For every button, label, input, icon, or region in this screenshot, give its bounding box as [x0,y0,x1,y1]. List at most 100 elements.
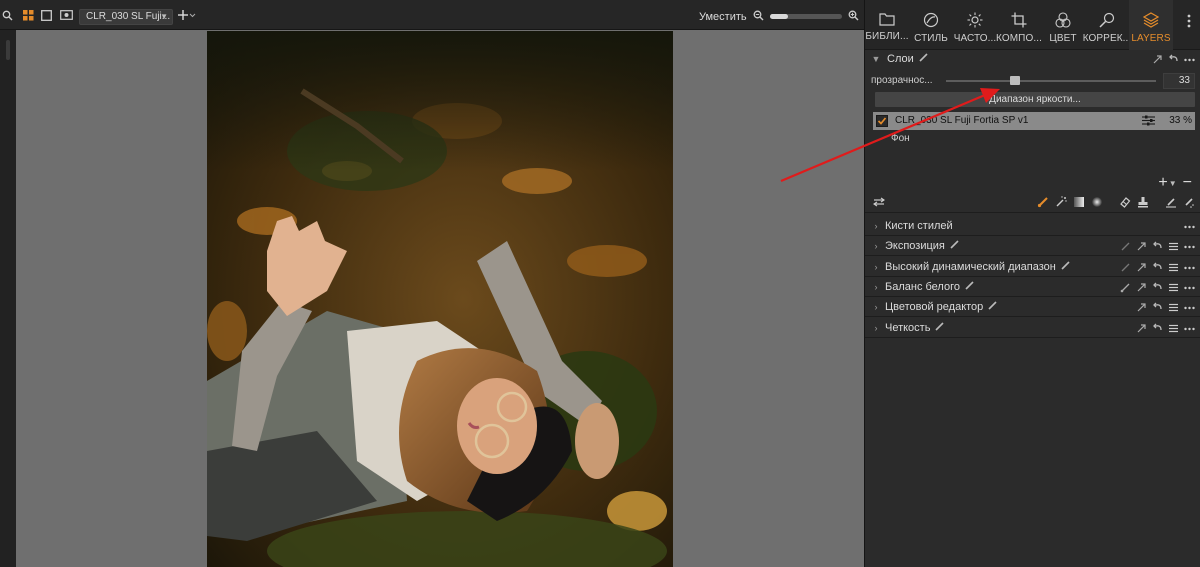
reset-icon[interactable] [1168,54,1179,65]
reset-icon[interactable] [1152,323,1163,334]
clear-mask-icon[interactable] [1165,196,1177,211]
reset-icon[interactable] [1152,262,1163,273]
layer-enabled-checkbox[interactable] [876,115,888,127]
opacity-value-field[interactable]: 33 [1163,73,1195,89]
zoom-out-icon[interactable] [752,0,764,30]
tool-panel: БИБЛИ... СТИЛЬ ЧАСТО... КОМПО... ЦВЕТ КО… [864,0,1200,567]
tool-label: Четкость [885,322,931,334]
layer-opacity-percent: 33 % [1169,115,1192,126]
more-icon[interactable] [1184,221,1195,232]
crop-icon [1011,12,1027,28]
tool-label: Баланс белого [885,281,960,293]
stamp-icon[interactable] [1137,196,1149,211]
more-icon[interactable] [1184,302,1195,313]
zoom-slider[interactable] [770,14,842,19]
zoom-in-icon[interactable] [846,0,860,30]
refine-mask-icon[interactable] [1183,196,1195,211]
more-icon[interactable] [1184,282,1195,293]
background-layer[interactable]: Фон [891,133,910,144]
presets-icon[interactable] [1168,282,1179,293]
variant-select[interactable]: CLR_030 SL Fuji... ▼ [79,9,173,25]
pencil-icon [1061,261,1070,273]
radial-gradient-icon[interactable] [1091,196,1103,211]
tab-composition[interactable]: КОМПО... [996,0,1042,50]
copy-icon[interactable] [1136,262,1147,273]
copy-icon[interactable] [1136,323,1147,334]
checkmark-icon [877,117,887,125]
linear-gradient-icon[interactable] [1073,196,1085,211]
layer-row-active[interactable]: CLR_030 SL Fuji Fortia SP v1 33 % [873,112,1195,130]
layers-section-header[interactable]: ▼ Слои [865,49,1200,69]
tool-color-editor[interactable]: › Цветовой редактор [865,297,1200,317]
eye-icon[interactable] [58,0,74,30]
tab-color[interactable]: ЦВЕТ [1041,0,1085,50]
tool-style-brushes[interactable]: › Кисти стилей [865,216,1200,236]
remove-layer-button[interactable]: − [1183,174,1192,192]
tool-hdr[interactable]: › Высокий динамический диапазон [865,257,1200,277]
swap-icon[interactable] [873,197,885,210]
add-layer-button[interactable]: + [1158,174,1167,192]
presets-icon[interactable] [1168,323,1179,334]
tab-library[interactable]: БИБЛИ... [865,0,909,50]
more-icon[interactable] [1184,323,1195,334]
section-tools [1152,49,1195,69]
copy-icon[interactable] [1136,241,1147,252]
photo-preview[interactable] [207,31,673,567]
tab-correction[interactable]: КОРРЕК... [1083,0,1131,50]
search-icon[interactable] [0,0,14,30]
scroll-thumb[interactable] [6,40,10,60]
mask-toolbar [865,193,1200,213]
tool-white-balance[interactable]: › Баланс белого [865,277,1200,297]
add-icon[interactable] [177,0,197,30]
reset-icon[interactable] [1152,302,1163,313]
picker-icon[interactable] [1120,262,1131,273]
mask-tools [1037,196,1195,211]
luma-range-button[interactable]: Диапазон яркости... [875,92,1195,107]
variant-name: CLR_030 SL Fuji... [86,11,171,22]
brush-icon [1099,12,1115,28]
chevron-right-icon: › [874,323,878,333]
more-vertical-icon[interactable] [1187,14,1193,28]
tool-header: › Кисти стилей [865,216,1200,236]
reset-icon[interactable] [1152,241,1163,252]
chevron-right-icon: › [874,221,878,231]
pencil-icon [965,281,974,293]
reset-icon[interactable] [1152,282,1163,293]
more-icon[interactable] [1184,241,1195,252]
sun-icon [967,12,983,28]
tool-actions [1120,277,1195,297]
picker-icon[interactable] [1120,241,1131,252]
tool-actions [1120,257,1195,277]
more-icon[interactable] [1184,54,1195,65]
draw-mask-brush-icon[interactable] [1037,196,1049,211]
copy-icon[interactable] [1136,282,1147,293]
presets-icon[interactable] [1168,241,1179,252]
grid-view-icon[interactable] [21,0,35,30]
tool-clarity[interactable]: › Четкость [865,318,1200,338]
magic-brush-icon[interactable] [1055,196,1067,211]
eraser-icon[interactable] [1119,196,1131,211]
chevron-down-icon[interactable]: ▼ [1169,179,1177,192]
tab-label: БИБЛИ... [865,31,909,42]
tab-layers[interactable]: LAYERS [1129,0,1173,50]
presets-icon[interactable] [1168,262,1179,273]
left-scroll-rail[interactable] [0,30,16,567]
copy-icon[interactable] [1152,54,1163,65]
tool-header: › Четкость [865,318,1200,338]
pencil-icon [988,301,997,313]
tool-exposure[interactable]: › Экспозиция [865,236,1200,256]
tab-style[interactable]: СТИЛЬ [909,0,953,50]
opacity-slider[interactable] [946,80,1156,82]
tab-label: LAYERS [1131,33,1171,44]
color-circles-icon [1055,12,1071,28]
opacity-slider-thumb[interactable] [1010,76,1021,85]
copy-icon[interactable] [1136,302,1147,313]
picker-icon[interactable] [1120,282,1131,293]
single-view-icon[interactable] [39,0,53,30]
chevron-right-icon: › [874,262,878,272]
fit-label[interactable]: Уместить [699,11,747,23]
tab-common[interactable]: ЧАСТО... [953,0,997,50]
adjustments-icon[interactable] [1142,115,1155,129]
presets-icon[interactable] [1168,302,1179,313]
more-icon[interactable] [1184,262,1195,273]
